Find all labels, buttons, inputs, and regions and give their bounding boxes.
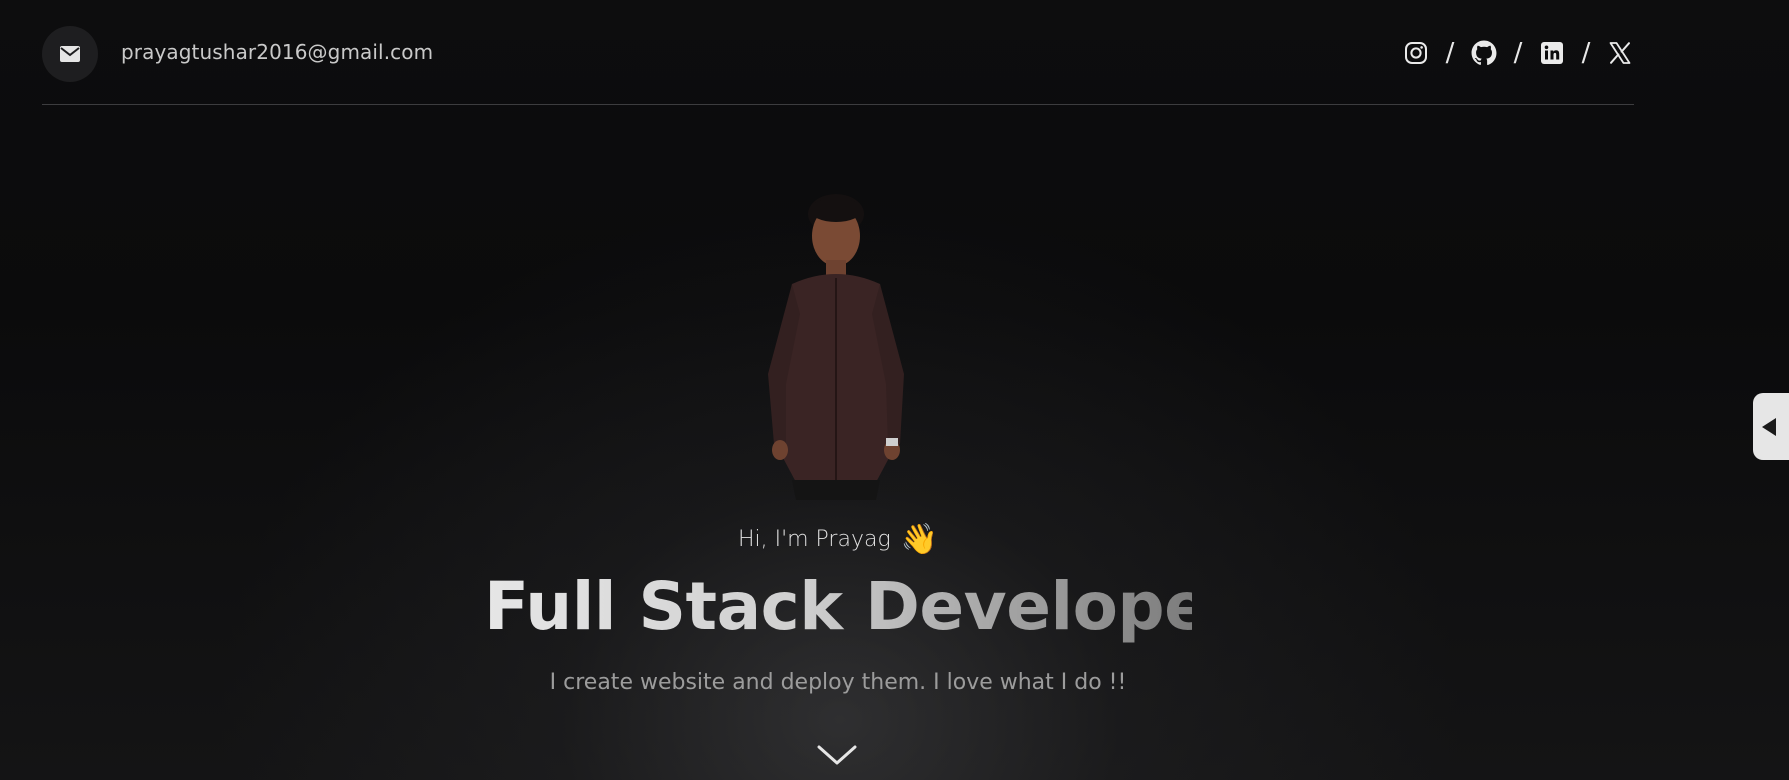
waving-hand-icon: 👋	[900, 522, 939, 557]
github-link[interactable]	[1470, 39, 1498, 67]
greeting-text: Hi, I'm Prayag	[737, 527, 891, 552]
social-links: / / /	[1402, 36, 1634, 70]
profile-photo	[768, 194, 904, 500]
side-panel-toggle[interactable]	[1753, 393, 1789, 460]
instagram-link[interactable]	[1402, 39, 1430, 67]
top-header: prayagtushar2016@gmail.com / / /	[42, 0, 1634, 105]
linkedin-link[interactable]	[1538, 39, 1566, 67]
headline: Full Stack Developer	[484, 568, 1241, 645]
scroll-down-button[interactable]	[815, 742, 859, 768]
github-icon	[1471, 40, 1497, 66]
headline-container: Full Stack Developer	[484, 568, 1241, 654]
instagram-icon	[1405, 42, 1427, 64]
caret-left-icon	[1762, 417, 1776, 436]
email-link[interactable]: prayagtushar2016@gmail.com	[121, 40, 433, 64]
portfolio-page: prayagtushar2016@gmail.com / / / Hi, I'm…	[0, 0, 1789, 780]
chevron-down-icon	[817, 745, 857, 765]
x-link[interactable]	[1606, 39, 1634, 67]
greeting: Hi, I'm Prayag 👋	[0, 522, 1676, 557]
x-twitter-icon	[1609, 42, 1631, 64]
separator: /	[1513, 38, 1523, 68]
separator: /	[1445, 38, 1455, 68]
mail-badge[interactable]	[42, 26, 98, 82]
separator: /	[1581, 38, 1591, 68]
mail-icon	[60, 46, 80, 62]
subtitle: I create website and deploy them. I love…	[549, 670, 1127, 695]
linkedin-icon	[1541, 42, 1563, 64]
